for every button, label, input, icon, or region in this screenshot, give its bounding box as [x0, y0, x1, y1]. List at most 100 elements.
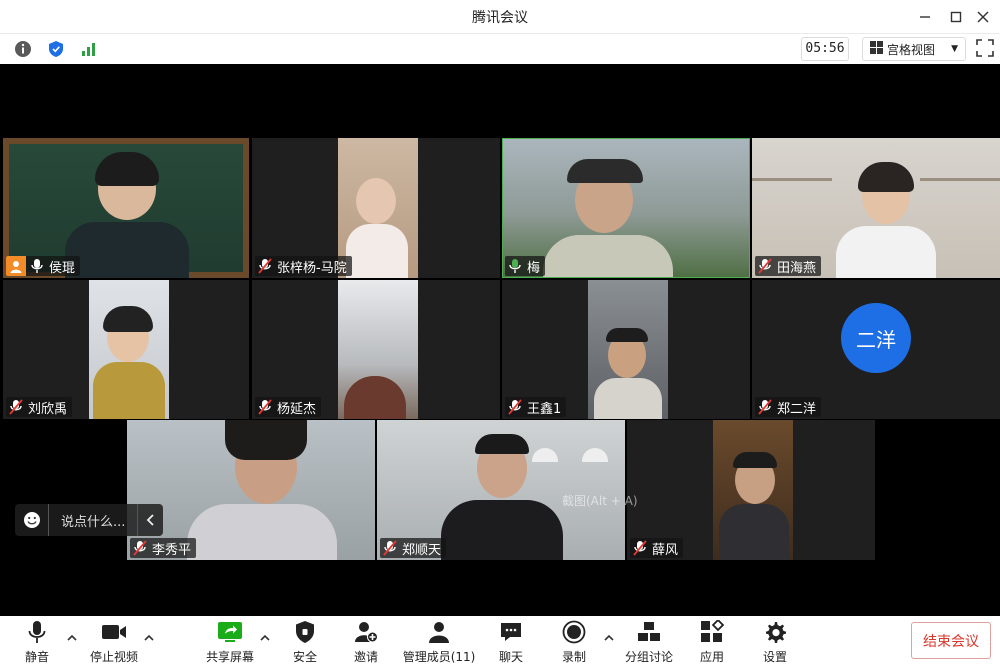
settings-label: 设置	[762, 650, 787, 664]
breakout-label: 分组讨论	[624, 650, 673, 664]
mic-muted-icon	[133, 540, 147, 556]
video-tile[interactable]: 郑顺天	[377, 420, 625, 560]
apps-button[interactable]: 应用	[698, 619, 726, 665]
meeting-toolbar: 静音 停止视频 共享屏幕 安全 邀请 管理成员(11) 聊天 录制 分组讨论 应…	[0, 616, 1000, 667]
record-icon	[561, 619, 587, 645]
signal-icon[interactable]	[78, 38, 100, 60]
info-bar: 05:56 宫格视图 ▼	[0, 34, 1000, 64]
mic-muted-icon	[758, 399, 772, 415]
manage-members-label: 管理成员(11)	[402, 650, 476, 664]
participant-avatar: 二洋	[841, 303, 911, 373]
chevron-left-icon[interactable]	[137, 504, 163, 536]
mic-muted-icon	[758, 258, 772, 274]
invite-button[interactable]: 邀请	[352, 619, 380, 665]
participant-nametag: 王鑫1	[505, 397, 567, 417]
mic-muted-icon	[258, 399, 272, 415]
share-screen-button[interactable]: 共享屏幕	[204, 619, 256, 665]
participant-nametag: 侯琨	[6, 256, 81, 276]
video-grid: 侯琨 张梓杨-马院 梅 田海燕 刘欣禹 杨延杰 王鑫1 二洋 郑二洋 李秀平 郑…	[0, 64, 1000, 616]
breakout-rooms-button[interactable]: 分组讨论	[624, 619, 674, 665]
video-tile[interactable]: 二洋 郑二洋	[752, 280, 1000, 419]
members-icon	[426, 619, 452, 645]
chevron-down-icon: ▼	[951, 44, 958, 54]
participant-name: 梅	[527, 260, 541, 276]
participant-name: 侯琨	[49, 260, 76, 276]
participant-name: 张梓杨-马院	[277, 260, 347, 276]
video-tile[interactable]: 张梓杨-马院	[252, 138, 500, 278]
security-button[interactable]: 安全	[291, 619, 319, 665]
meeting-window: 腾讯会议 05:56 宫格视图 ▼ 侯琨 张梓杨-马院 梅 田海燕 刘欣禹 杨延…	[0, 0, 1000, 667]
video-feed	[713, 420, 793, 560]
participant-nametag: 郑顺天	[380, 538, 447, 558]
stop-video-button[interactable]: 停止视频	[88, 619, 140, 665]
security-label: 安全	[292, 650, 317, 664]
host-icon	[6, 256, 26, 276]
video-tile[interactable]: 田海燕	[752, 138, 1000, 278]
chevron-up-icon[interactable]	[143, 633, 155, 643]
quick-chat-bar[interactable]: 说点什么...	[15, 504, 163, 536]
chevron-up-icon[interactable]	[66, 633, 78, 643]
video-feed	[588, 280, 668, 419]
stop-video-label: 停止视频	[89, 650, 138, 664]
view-mode-label: 宫格视图	[887, 42, 936, 57]
screenshot-hint: 截图(Alt + A)	[562, 494, 638, 508]
grid-icon	[870, 41, 883, 57]
chat-label: 聊天	[498, 650, 523, 664]
video-tile[interactable]: 杨延杰	[252, 280, 500, 419]
emoji-icon[interactable]	[15, 504, 49, 536]
mic-muted-icon	[258, 258, 272, 274]
participant-name: 薛风	[652, 542, 679, 558]
participant-nametag: 杨延杰	[255, 397, 322, 417]
chat-button[interactable]: 聊天	[497, 619, 525, 665]
end-meeting-button[interactable]: 结束会议	[911, 622, 991, 659]
participant-name: 郑二洋	[777, 401, 817, 417]
mic-muted-icon	[633, 540, 647, 556]
breakout-icon	[636, 619, 662, 645]
apps-icon	[699, 619, 725, 645]
shield-icon	[292, 619, 318, 645]
title-bar: 腾讯会议	[0, 0, 1000, 34]
share-screen-icon	[217, 619, 243, 645]
participant-nametag: 李秀平	[130, 538, 197, 558]
participant-name: 杨延杰	[277, 401, 317, 417]
add-user-icon	[353, 619, 379, 645]
participant-name: 田海燕	[777, 260, 817, 276]
video-feed	[89, 280, 169, 419]
chat-icon	[498, 619, 524, 645]
fullscreen-icon[interactable]	[975, 38, 997, 60]
invite-label: 邀请	[353, 650, 378, 664]
chat-input[interactable]: 说点什么...	[49, 511, 125, 530]
video-tile[interactable]: 薛风	[627, 420, 875, 560]
video-tile[interactable]: 刘欣禹	[3, 280, 249, 419]
camera-icon	[101, 619, 127, 645]
shield-icon[interactable]	[45, 38, 67, 60]
meeting-timer: 05:56	[801, 37, 849, 61]
microphone-icon	[24, 619, 50, 645]
mute-label: 静音	[24, 650, 49, 664]
video-tile[interactable]: 侯琨	[3, 138, 249, 278]
mic-on-icon	[31, 259, 43, 273]
chevron-up-icon[interactable]	[259, 633, 271, 643]
mic-muted-icon	[9, 399, 23, 415]
info-icon[interactable]	[12, 38, 34, 60]
video-feed	[338, 280, 418, 419]
manage-members-button[interactable]: 管理成员(11)	[402, 619, 476, 665]
video-tile[interactable]: 王鑫1	[502, 280, 750, 419]
view-mode-selector[interactable]: 宫格视图 ▼	[862, 37, 966, 61]
apps-label: 应用	[699, 650, 724, 664]
chevron-up-icon[interactable]	[603, 633, 615, 643]
record-button[interactable]: 录制	[560, 619, 588, 665]
participant-nametag: 梅	[505, 256, 546, 276]
window-title: 腾讯会议	[472, 9, 528, 26]
mute-button[interactable]: 静音	[22, 619, 52, 665]
participant-nametag: 田海燕	[755, 256, 822, 276]
settings-button[interactable]: 设置	[761, 619, 789, 665]
participant-name: 王鑫1	[527, 401, 562, 417]
video-tile[interactable]: 李秀平	[127, 420, 375, 560]
participant-nametag: 张梓杨-马院	[255, 256, 352, 276]
minimize-icon[interactable]	[908, 0, 942, 34]
video-tile[interactable]: 梅	[502, 138, 750, 278]
share-screen-label: 共享屏幕	[205, 650, 254, 664]
gear-icon	[762, 619, 788, 645]
close-icon[interactable]	[966, 0, 1000, 34]
